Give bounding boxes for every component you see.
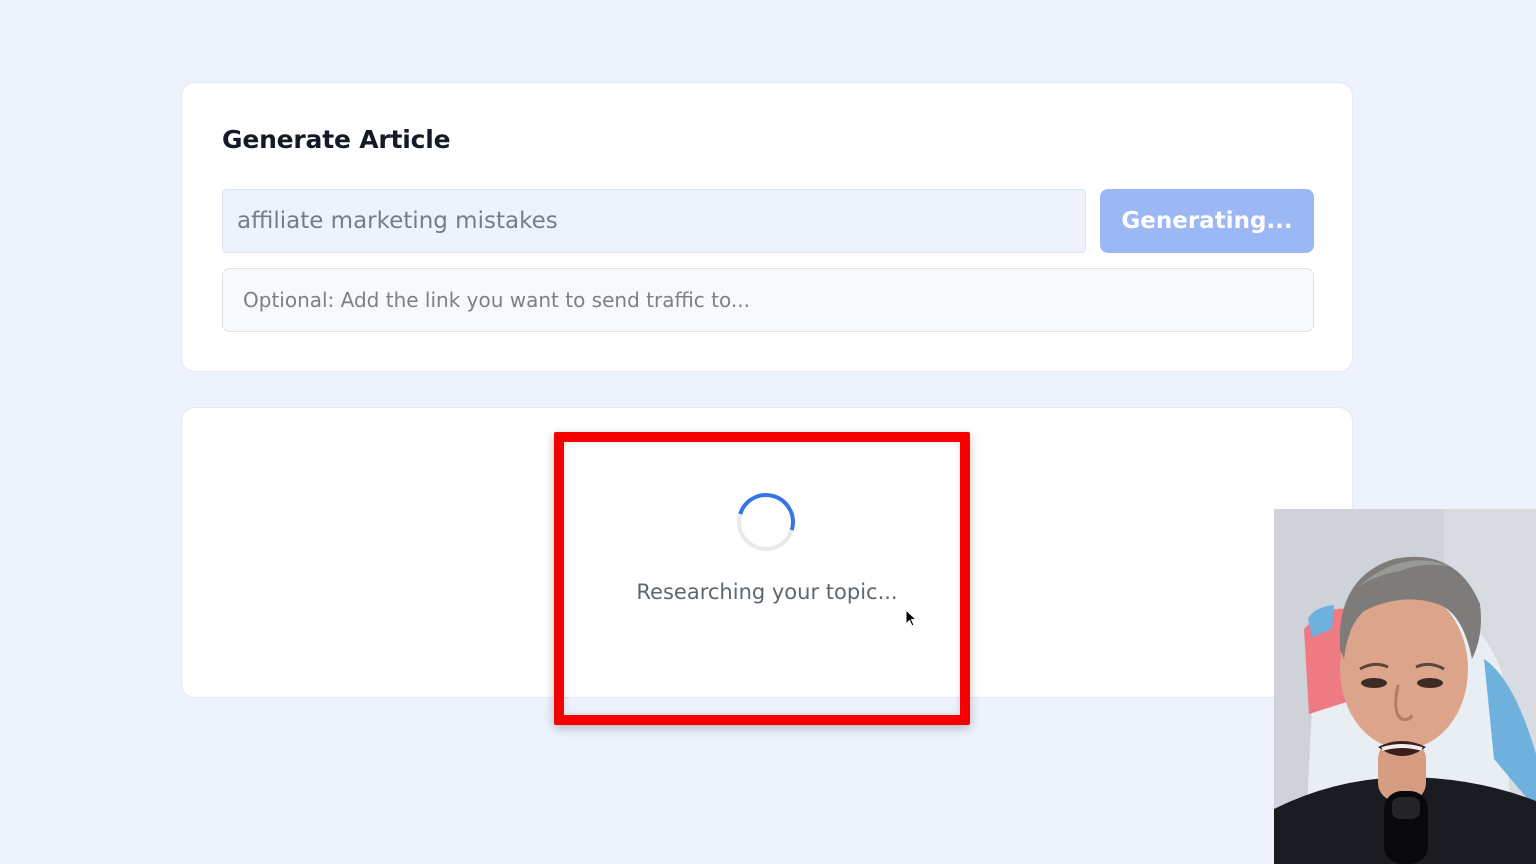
generate-button[interactable]: Generating... [1100, 189, 1314, 253]
page: Generate Article Generating... Researchi… [0, 0, 1536, 864]
traffic-link-input[interactable] [222, 268, 1314, 332]
card-title: Generate Article [222, 125, 451, 154]
generate-article-card: Generate Article Generating... [181, 82, 1353, 372]
topic-input[interactable] [222, 189, 1086, 253]
status-card [181, 407, 1353, 698]
status-message: Researching your topic... [636, 580, 898, 604]
webcam-presenter-image [1274, 509, 1536, 864]
webcam-overlay [1274, 509, 1536, 864]
